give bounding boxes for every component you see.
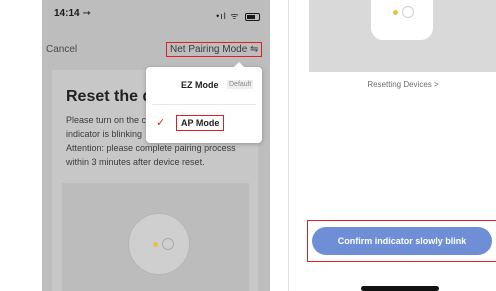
led-indicator-icon xyxy=(153,242,158,247)
status-time: 14:14 ⇾ xyxy=(54,8,91,19)
reset-button-icon xyxy=(162,238,174,250)
right-phone-screen: Resetting Devices > Confirm indicator sl… xyxy=(288,0,496,291)
device-illustration xyxy=(309,0,496,72)
signal-wifi-icon: •ıl ᯤ xyxy=(216,11,240,21)
ez-mode-label: EZ Mode xyxy=(181,80,219,90)
confirm-blink-button[interactable]: Confirm indicator slowly blink xyxy=(312,227,492,255)
status-bar: 14:14 ⇾ •ıl ᯤ xyxy=(42,0,270,34)
led-indicator-icon xyxy=(393,10,398,15)
device-illustration xyxy=(62,183,249,291)
device-icon xyxy=(371,0,433,40)
resetting-devices-link[interactable]: Resetting Devices > xyxy=(309,80,496,89)
ez-mode-option[interactable]: EZ Mode Default xyxy=(146,67,262,103)
battery-icon xyxy=(245,12,260,21)
nav-bar: Cancel Net Pairing Mode ⇋ xyxy=(42,36,270,64)
default-badge: Default xyxy=(227,80,254,89)
divider xyxy=(152,104,256,105)
checkmark-icon: ✓ xyxy=(156,117,166,129)
reset-button-icon xyxy=(402,6,414,18)
net-pairing-mode-button[interactable]: Net Pairing Mode ⇋ xyxy=(166,42,263,57)
cancel-button[interactable]: Cancel xyxy=(46,44,77,55)
pairing-mode-dropdown: EZ Mode Default ✓ AP Mode xyxy=(146,62,262,143)
left-phone-screen: 14:14 ⇾ •ıl ᯤ Cancel Net Pairing Mode ⇋ … xyxy=(42,0,270,291)
confirm-highlight: Confirm indicator slowly blink xyxy=(307,220,496,262)
ap-mode-option[interactable]: AP Mode xyxy=(176,115,225,131)
home-indicator xyxy=(361,286,439,291)
attention-line: Attention: please complete pairing proce… xyxy=(66,143,236,153)
status-icons: •ıl ᯤ xyxy=(216,9,260,22)
attention-line: within 3 minutes after device reset. xyxy=(66,157,205,167)
device-icon xyxy=(128,213,190,275)
